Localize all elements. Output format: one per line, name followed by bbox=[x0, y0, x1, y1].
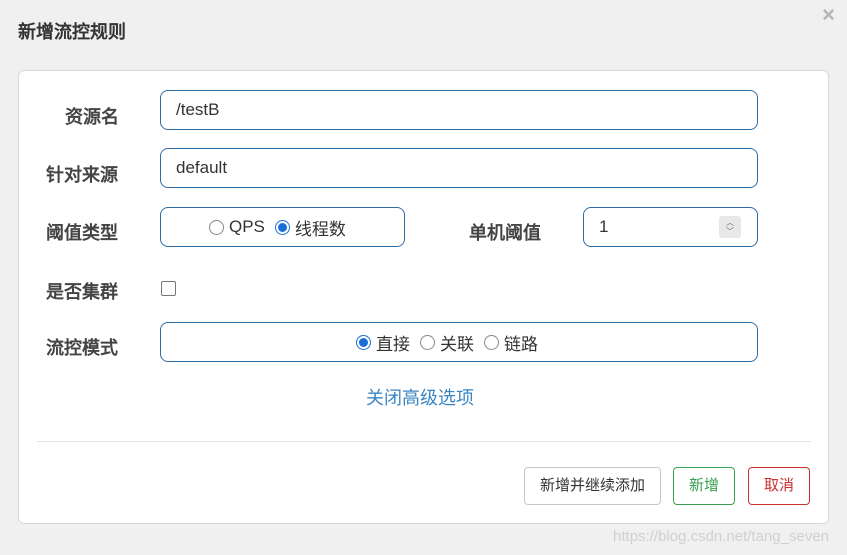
threshold-label: 单机阈值 bbox=[469, 223, 541, 243]
form-panel: 资源名 /testB 针对来源 default 阈值类型 QPS 线程数 单机阈… bbox=[18, 70, 829, 524]
limit-app-label: 针对来源 bbox=[46, 165, 118, 185]
radio-direct[interactable] bbox=[356, 334, 371, 350]
strategy-option-relate[interactable]: 关联 bbox=[420, 330, 474, 355]
watermark: https://blog.csdn.net/tang_seven bbox=[613, 528, 829, 545]
radio-chain[interactable] bbox=[484, 334, 499, 350]
grade-option-qps[interactable]: QPS bbox=[209, 217, 265, 237]
grade-label: 阈值类型 bbox=[46, 223, 118, 243]
chevron-down-icon[interactable]: ﹀ bbox=[726, 227, 734, 236]
strategy-option-chain-label: 链路 bbox=[504, 334, 538, 354]
radio-qps[interactable] bbox=[209, 219, 224, 235]
number-stepper[interactable]: ︿ ﹀ bbox=[719, 216, 741, 238]
radio-relate[interactable] bbox=[420, 334, 435, 350]
strategy-radio-group: 直接 关联 链路 bbox=[160, 322, 758, 362]
strategy-option-direct-label: 直接 bbox=[376, 334, 410, 354]
threshold-value: 1 bbox=[599, 217, 609, 236]
radio-thread[interactable] bbox=[274, 219, 290, 235]
strategy-option-chain[interactable]: 链路 bbox=[484, 330, 538, 355]
dialog-title: 新增流控规则 bbox=[18, 22, 126, 42]
chevron-up-icon[interactable]: ︿ bbox=[726, 218, 734, 227]
strategy-label: 流控模式 bbox=[46, 338, 118, 358]
divider bbox=[37, 441, 811, 442]
resource-label: 资源名 bbox=[65, 107, 119, 127]
limit-app-input[interactable]: default bbox=[160, 148, 758, 188]
add-button[interactable]: 新增 bbox=[673, 467, 735, 505]
threshold-input[interactable]: 1 ︿ ﹀ bbox=[583, 207, 758, 247]
flow-rule-dialog: 新增流控规则 × 资源名 /testB 针对来源 default 阈值类型 QP… bbox=[0, 0, 847, 555]
strategy-option-relate-label: 关联 bbox=[440, 334, 474, 354]
resource-input[interactable]: /testB bbox=[160, 90, 758, 130]
cluster-label: 是否集群 bbox=[46, 282, 118, 302]
cancel-button[interactable]: 取消 bbox=[748, 467, 810, 505]
grade-option-thread[interactable]: 线程数 bbox=[274, 215, 346, 240]
close-icon[interactable]: × bbox=[822, 4, 835, 26]
grade-radio-group: QPS 线程数 bbox=[160, 207, 405, 247]
strategy-option-direct[interactable]: 直接 bbox=[356, 330, 410, 355]
grade-option-thread-label: 线程数 bbox=[294, 219, 346, 239]
cluster-checkbox[interactable] bbox=[161, 281, 176, 296]
grade-option-qps-label: QPS bbox=[229, 217, 265, 236]
toggle-advanced-link[interactable]: 关闭高级选项 bbox=[366, 384, 474, 410]
add-continue-button[interactable]: 新增并继续添加 bbox=[524, 467, 661, 505]
